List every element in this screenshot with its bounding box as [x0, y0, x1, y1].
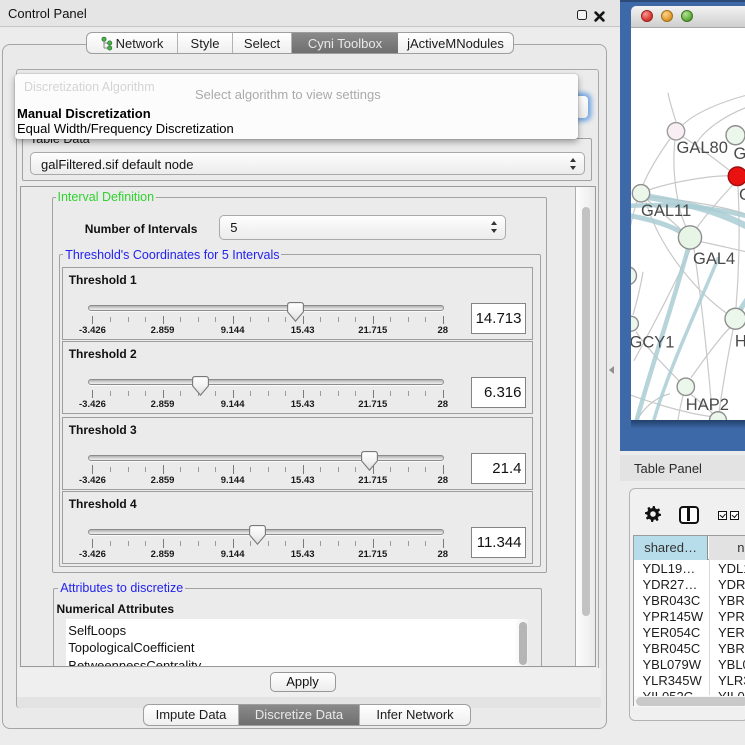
svg-text:GAL80: GAL80 — [677, 139, 728, 157]
svg-text:C: C — [739, 185, 745, 203]
svg-text:H: H — [735, 332, 745, 350]
svg-text:GA: GA — [734, 144, 745, 162]
svg-text:GCY1: GCY1 — [631, 333, 674, 351]
svg-text:HAP2: HAP2 — [686, 395, 729, 413]
svg-text:GAL4: GAL4 — [693, 249, 735, 267]
svg-text:GAL11: GAL11 — [641, 201, 691, 219]
